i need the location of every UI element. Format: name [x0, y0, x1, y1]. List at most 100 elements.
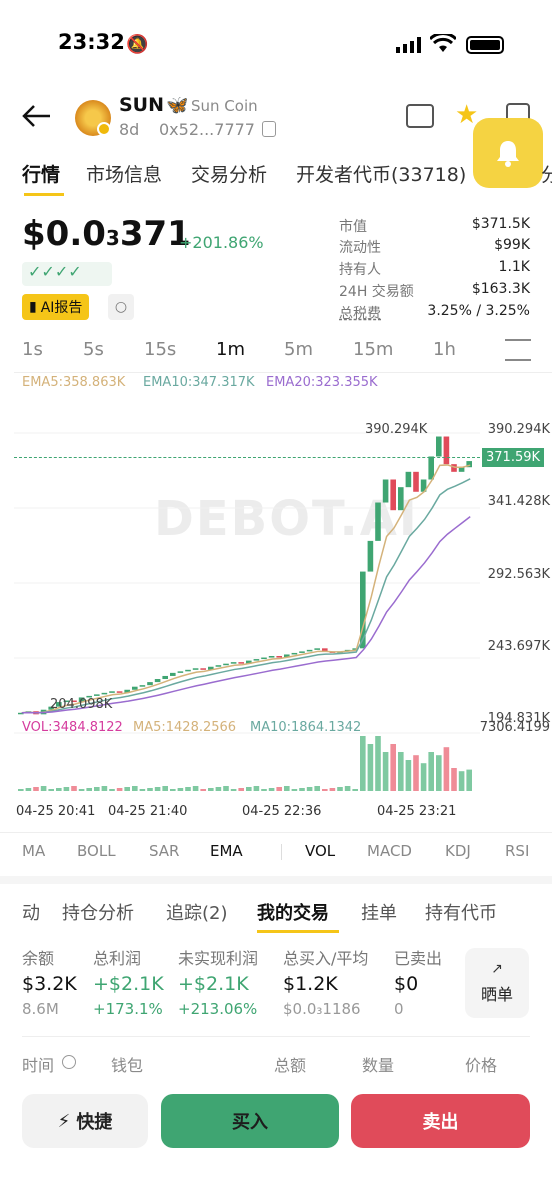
volume-bar	[25, 788, 32, 791]
axis-label: 292.563K	[487, 567, 550, 582]
indicator-boll[interactable]: BOLL	[77, 842, 116, 860]
metric-value: +$2.1K	[93, 973, 164, 995]
token-symbol: SUN	[119, 94, 165, 116]
candle	[382, 479, 389, 503]
axis-label: 243.697K	[487, 639, 550, 654]
indicator-ma[interactable]: MA	[22, 842, 45, 860]
volume-bar	[284, 786, 290, 791]
tab-orders[interactable]: 挂单	[361, 899, 397, 925]
tab-my-trades[interactable]: 我的交易	[257, 899, 329, 925]
token-name: Sun Coin	[191, 97, 258, 115]
volume-bar	[192, 786, 199, 791]
indicator-rsi[interactable]: RSI	[505, 842, 529, 860]
tab-tracking[interactable]: 追踪(2)	[166, 899, 228, 925]
candle	[443, 436, 450, 465]
alert-bell-button[interactable]	[473, 118, 543, 188]
back-icon[interactable]	[22, 104, 52, 132]
timeframe-15s[interactable]: 15s	[144, 339, 176, 360]
candle	[109, 691, 115, 693]
col-time[interactable]: 时间	[22, 1052, 54, 1076]
indicator-kdj[interactable]: KDJ	[445, 842, 471, 860]
chart-settings-icon[interactable]	[505, 339, 531, 361]
indicator-sar[interactable]: SAR	[149, 842, 179, 860]
share-trade-button[interactable]: ↗ 晒单	[465, 948, 529, 1018]
volume-bar	[291, 789, 298, 791]
volume-bar	[329, 788, 336, 791]
candle	[230, 662, 237, 664]
tab-market-info[interactable]: 市场信息	[86, 160, 162, 187]
volume-bar	[299, 788, 305, 791]
volume-bar	[405, 760, 412, 791]
ema10-legend: EMA10:347.317K	[143, 375, 255, 390]
candle	[299, 651, 305, 653]
time-axis-label: 04-25 22:36	[242, 804, 322, 819]
tab-holding-analysis[interactable]: 持仓分析	[62, 899, 134, 925]
volume-bar	[451, 768, 457, 791]
timeframe-5s[interactable]: 5s	[83, 339, 104, 360]
tab-dev-tokens[interactable]: 开发者代币(33718)	[296, 160, 466, 187]
sell-button[interactable]: 卖出	[351, 1094, 530, 1148]
search-button[interactable]: ○	[108, 294, 134, 320]
tab-partial[interactable]: 分	[541, 160, 552, 187]
volume-bar	[78, 789, 85, 791]
volume-bar	[360, 736, 366, 791]
ai-report-button[interactable]: ▮ AI报告	[22, 294, 90, 320]
volume-chart	[18, 736, 472, 791]
timeframe-1h[interactable]: 1h	[433, 339, 456, 360]
price: $0.03371	[22, 214, 191, 254]
candle	[154, 679, 161, 683]
volume-bar	[322, 789, 328, 791]
section-tab-indicator	[257, 930, 339, 933]
time-axis-label: 04-25 23:21	[377, 804, 457, 819]
quick-trade-button[interactable]: ⚡ 快捷	[22, 1094, 148, 1148]
high-label: 390.294K	[365, 422, 428, 437]
low-label: 204.098K	[50, 697, 113, 712]
candle	[261, 657, 267, 660]
timeframe-15m[interactable]: 15m	[353, 339, 393, 360]
timeframe-1s[interactable]: 1s	[22, 339, 43, 360]
time-axis-label: 04-25 21:40	[108, 804, 188, 819]
book-icon: ▮	[29, 299, 37, 315]
stat-value: $371.5K	[471, 216, 530, 232]
volume-bar	[458, 771, 465, 791]
volume-bar	[390, 744, 396, 791]
timeframe-1m[interactable]: 1m	[216, 339, 245, 360]
metric-sub: 0	[394, 1000, 404, 1018]
copy-icon[interactable]	[262, 121, 276, 137]
volume-bar	[352, 789, 358, 791]
chain-badge-icon	[97, 122, 111, 136]
lightning-icon: ⚡	[57, 1110, 71, 1132]
volume-bar	[71, 786, 77, 791]
volume-bar	[18, 789, 24, 791]
candle	[162, 675, 168, 680]
price-change: +201.86%	[179, 233, 264, 252]
candle	[170, 672, 176, 676]
volume-bar	[420, 763, 427, 791]
tab-trade-analysis[interactable]: 交易分析	[191, 160, 267, 187]
tab-market[interactable]: 行情	[22, 160, 60, 187]
metric-value: +$2.1K	[178, 973, 249, 995]
indicator-vol[interactable]: VOL	[305, 842, 335, 860]
indicator-ema[interactable]: EMA	[210, 842, 243, 860]
tab-activity[interactable]: 动	[22, 899, 40, 925]
metric-value: $1.2K	[283, 973, 338, 995]
current-price-tag: 371.59K	[482, 448, 545, 467]
share-icon: ↗	[491, 961, 503, 977]
vol-axis-max: 7306.4199	[479, 720, 550, 735]
token-age: 8d	[119, 120, 140, 139]
candle	[139, 685, 146, 687]
stat-label: 流动性	[339, 240, 381, 256]
mute-icon: 🔕	[126, 34, 149, 55]
indicator-macd[interactable]: MACD	[367, 842, 412, 860]
volume-bar	[40, 786, 47, 791]
chart-watch-icon[interactable]	[406, 104, 434, 128]
volume-bar	[63, 787, 70, 791]
col-wallet: 钱包	[111, 1056, 144, 1075]
buy-button[interactable]: 买入	[161, 1094, 339, 1148]
status-time: 23:32	[58, 30, 125, 54]
timeframe-5m[interactable]: 5m	[284, 339, 313, 360]
security-checks[interactable]: ✓✓✓✓	[22, 262, 112, 286]
stat-label: 市值	[339, 219, 367, 235]
volume-bar	[116, 788, 123, 791]
tab-holdings[interactable]: 持有代币	[425, 899, 497, 925]
